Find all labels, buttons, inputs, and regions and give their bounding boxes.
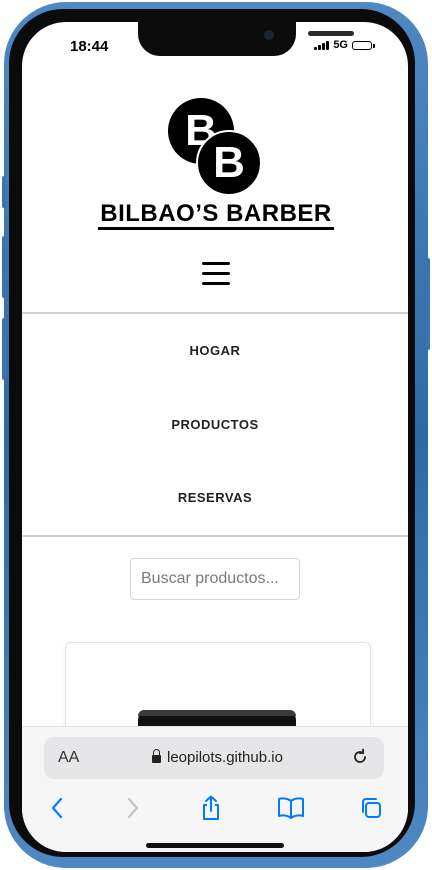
lock-icon: [152, 749, 161, 763]
volume-up-button: [2, 236, 6, 298]
browser-bar: AA leopilots.github.io: [22, 726, 408, 852]
status-indicators: 5G: [314, 39, 375, 51]
network-type: 5G: [333, 39, 348, 51]
speaker: [308, 31, 354, 36]
nav-divider-top: [22, 312, 408, 314]
back-icon[interactable]: [42, 793, 72, 823]
camera: [264, 30, 274, 40]
reload-icon[interactable]: [350, 747, 370, 767]
bookmarks-icon[interactable]: [276, 793, 306, 823]
volume-down-button: [2, 318, 6, 380]
screen: 18:44 5G B B BILBAO’S BARBER HOGAR PRODU…: [22, 22, 408, 852]
forward-icon[interactable]: [118, 793, 148, 823]
site-logo[interactable]: B B: [168, 98, 264, 196]
url-display[interactable]: leopilots.github.io: [152, 749, 283, 766]
text-size-button[interactable]: AA: [58, 749, 79, 767]
power-button: [426, 258, 430, 350]
hamburger-menu-icon[interactable]: [202, 262, 230, 286]
nav-divider-bottom: [22, 535, 408, 537]
nav-item-hogar[interactable]: HOGAR: [22, 343, 408, 358]
battery-icon: [352, 40, 375, 50]
notch: [138, 22, 354, 56]
url-text: leopilots.github.io: [167, 749, 283, 766]
nav-item-productos[interactable]: PRODUCTOS: [22, 417, 408, 432]
logo-circle-bottom: B: [196, 130, 262, 196]
search-input[interactable]: [130, 558, 300, 600]
nav-item-reservas[interactable]: RESERVAS: [22, 490, 408, 505]
share-icon[interactable]: [196, 793, 226, 823]
brand-underline: [98, 227, 334, 230]
tabs-icon[interactable]: [356, 793, 386, 823]
home-indicator: [146, 843, 284, 848]
mute-switch: [2, 176, 6, 208]
status-time: 18:44: [70, 38, 109, 55]
browser-toolbar: [22, 793, 408, 827]
brand-name: BILBAO’S BARBER: [100, 200, 332, 227]
address-bar[interactable]: AA leopilots.github.io: [44, 737, 384, 779]
signal-icon: [314, 40, 330, 50]
